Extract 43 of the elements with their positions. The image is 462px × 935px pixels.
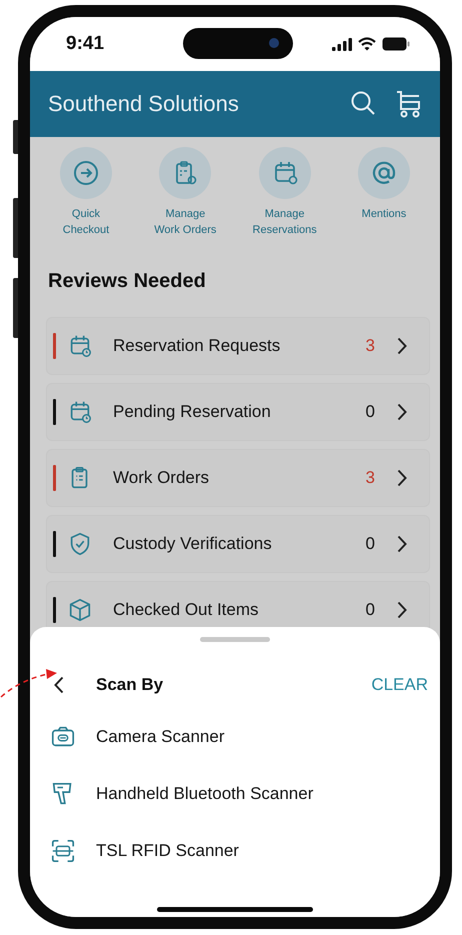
chevron-right-icon — [397, 337, 407, 355]
chevron-right-icon — [397, 535, 407, 553]
quick-action-button[interactable] — [60, 147, 112, 199]
app-title: Southend Solutions — [48, 91, 240, 117]
quick-action-label: Mentions — [362, 207, 406, 222]
review-count: 0 — [366, 534, 375, 554]
clear-button[interactable]: CLEAR — [367, 671, 432, 699]
quick-action-label: Quick Checkout — [62, 207, 110, 238]
review-row[interactable]: Reservation Requests 3 — [46, 317, 430, 375]
review-count: 0 — [366, 402, 375, 422]
chevron-right-icon — [397, 469, 407, 487]
scan-frame-icon — [50, 838, 76, 864]
chevron-right-icon — [397, 403, 407, 421]
wifi-icon — [358, 37, 376, 51]
quick-action-label: Manage Work Orders — [154, 207, 216, 238]
review-count: 3 — [366, 468, 375, 488]
scanner-option[interactable]: Handheld Bluetooth Scanner — [96, 784, 314, 804]
review-row[interactable]: Work Orders 3 — [46, 449, 430, 507]
chevron-left-icon — [54, 676, 64, 694]
arrow-circle-icon — [72, 159, 100, 187]
section-title: Reviews Needed — [48, 270, 207, 293]
search-icon[interactable] — [350, 90, 376, 116]
review-count: 3 — [366, 336, 375, 356]
box-icon — [67, 597, 93, 623]
scanner-option[interactable]: Camera Scanner — [96, 726, 225, 746]
quick-action-label: Manage Reservations — [252, 207, 317, 238]
review-label: Work Orders — [113, 468, 210, 488]
review-label: Custody Verifications — [113, 534, 273, 554]
sheet-title: Scan By — [96, 675, 164, 695]
status-time: 9:41 — [66, 33, 104, 55]
cart-icon[interactable] — [396, 90, 422, 118]
review-count: 0 — [366, 600, 375, 620]
review-label: Pending Reservation — [113, 402, 272, 422]
review-row[interactable]: Pending Reservation 0 — [46, 383, 430, 441]
scanner-option[interactable]: TSL RFID Scanner — [96, 840, 239, 860]
battery-icon — [382, 37, 410, 51]
signal-icon — [332, 38, 352, 50]
review-row[interactable]: Custody Verifications 0 — [46, 515, 430, 573]
review-label: Checked Out Items — [113, 600, 260, 620]
drag-handle[interactable] — [200, 637, 270, 642]
review-label: Reservation Requests — [113, 336, 282, 356]
annotation-arrow — [0, 668, 58, 698]
chevron-right-icon — [397, 601, 407, 619]
